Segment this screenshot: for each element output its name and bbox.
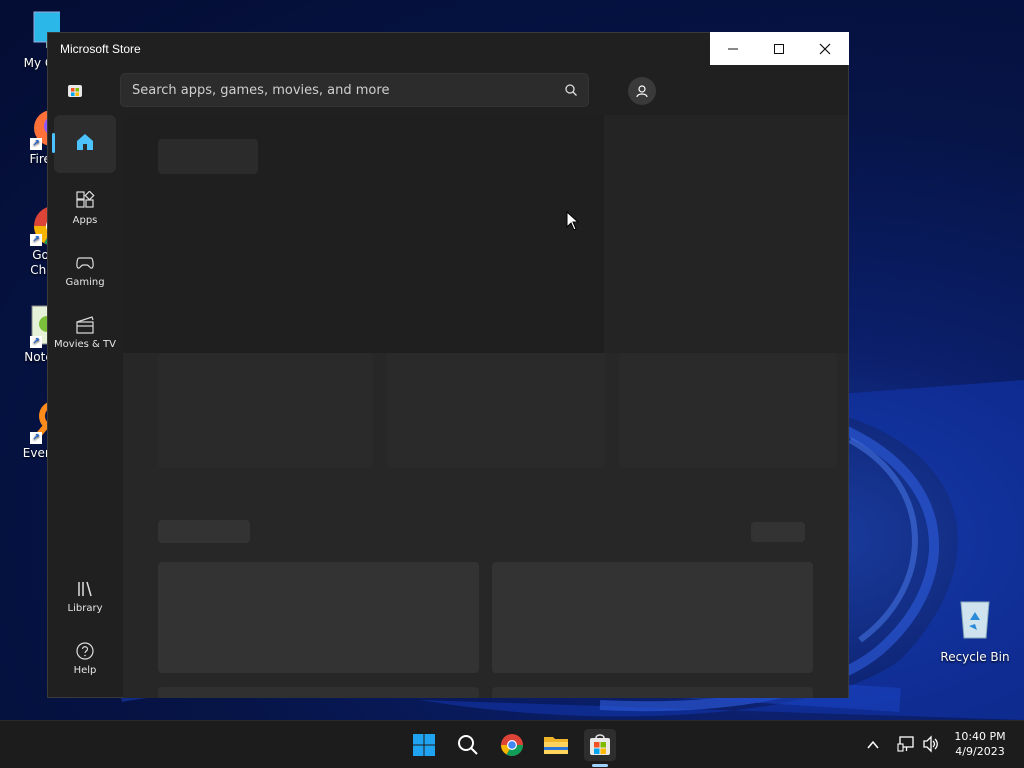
app-card-placeholder <box>158 687 479 698</box>
taskbar-search-button[interactable] <box>452 729 484 761</box>
network-icon[interactable] <box>897 735 915 753</box>
nav-item-movies-tv[interactable]: Movies & TV <box>54 303 116 361</box>
desktop-icon-label: Recycle Bin <box>940 650 1010 664</box>
store-logo-icon <box>68 85 82 97</box>
app-card-placeholder <box>158 562 479 673</box>
clock-date: 4/9/2023 <box>955 745 1005 758</box>
minimize-icon <box>728 48 738 49</box>
clock-time: 10:40 PM <box>954 730 1006 743</box>
apps-icon <box>76 190 95 208</box>
section-title-placeholder <box>158 520 250 543</box>
nav-item-label: Movies & TV <box>54 338 116 350</box>
store-window: Microsoft Store Search apps, games, movi… <box>47 32 849 698</box>
main-content <box>123 115 848 698</box>
account-button[interactable] <box>628 77 656 105</box>
chevron-up-icon[interactable] <box>866 738 880 752</box>
hero-title-placeholder <box>158 139 258 174</box>
maximize-icon <box>774 43 784 54</box>
featured-card-placeholder <box>158 353 373 468</box>
hero-side-placeholder <box>604 115 848 353</box>
window-title: Microsoft Store <box>60 42 141 56</box>
help-icon <box>76 641 94 660</box>
desktop-icon-recycle-bin[interactable]: Recycle Bin <box>937 596 1013 664</box>
nav-item-label: Library <box>67 602 103 614</box>
nav-item-label: Gaming <box>65 276 105 288</box>
chrome-icon <box>501 734 523 756</box>
recycle-bin-icon <box>953 596 997 640</box>
active-app-indicator <box>592 764 608 767</box>
nav-item-label: Apps <box>72 214 98 226</box>
maximize-button[interactable] <box>756 32 802 65</box>
nav-item-label: Help <box>73 664 97 676</box>
minimize-button[interactable] <box>710 32 756 65</box>
app-card-placeholder <box>492 562 813 673</box>
taskbar-file-explorer[interactable] <box>540 729 572 761</box>
mouse-cursor-icon <box>566 211 580 231</box>
nav-item-gaming[interactable]: Gaming <box>54 241 116 299</box>
nav-item-help[interactable]: Help <box>54 629 116 687</box>
start-button[interactable] <box>408 729 440 761</box>
featured-card-placeholder <box>386 353 606 468</box>
side-navigation: Apps Gaming Movies & TV Library Help <box>48 113 122 699</box>
window-controls <box>710 32 849 65</box>
close-button[interactable] <box>802 32 848 65</box>
taskbar-clock[interactable]: 10:40 PM 4/9/2023 <box>952 729 1008 759</box>
shortcut-arrow-icon: ↗ <box>30 336 42 348</box>
search-icon <box>458 735 478 755</box>
shortcut-arrow-icon: ↗ <box>30 234 42 246</box>
search-input[interactable] <box>121 74 551 106</box>
see-all-placeholder[interactable] <box>751 522 805 542</box>
gaming-icon <box>76 256 94 269</box>
nav-item-library[interactable]: Library <box>54 567 116 625</box>
folder-icon <box>544 737 568 754</box>
home-icon <box>77 134 93 150</box>
search-icon[interactable] <box>564 83 578 97</box>
app-card-placeholder <box>492 687 813 698</box>
volume-icon[interactable] <box>922 735 940 753</box>
title-bar[interactable]: Microsoft Store <box>48 32 849 66</box>
library-icon <box>78 581 92 596</box>
nav-item-apps[interactable]: Apps <box>54 179 116 237</box>
taskbar <box>0 720 1024 768</box>
featured-card-placeholder <box>619 353 837 468</box>
user-icon <box>636 85 648 98</box>
search-box[interactable] <box>120 73 589 107</box>
windows-start-icon <box>413 734 435 756</box>
close-icon <box>819 43 831 54</box>
shortcut-arrow-icon: ↗ <box>30 138 42 150</box>
nav-item-home[interactable] <box>52 115 116 173</box>
store-icon <box>590 734 610 755</box>
taskbar-microsoft-store[interactable] <box>584 729 616 761</box>
shortcut-arrow-icon: ↗ <box>30 432 42 444</box>
taskbar-chrome[interactable] <box>496 729 528 761</box>
movies-icon <box>76 315 94 334</box>
